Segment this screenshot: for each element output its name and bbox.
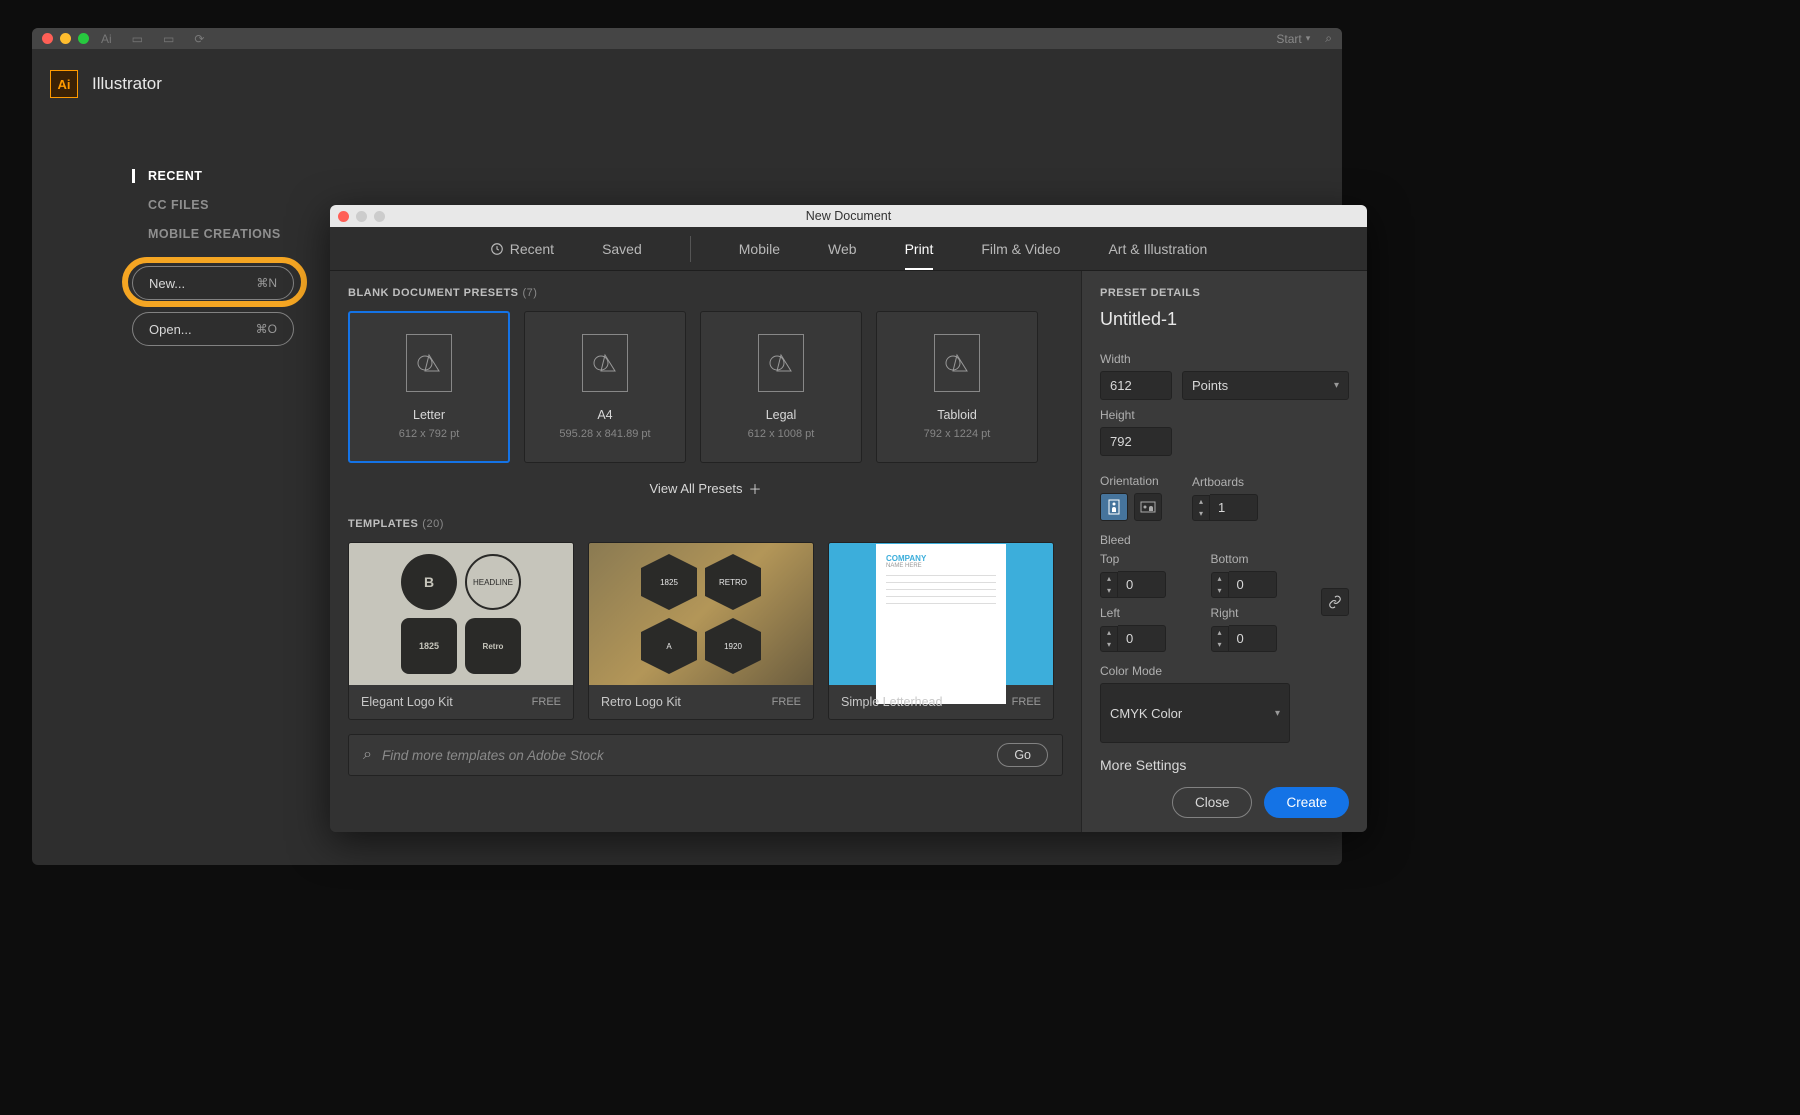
search-icon[interactable]: ⌕ [1325,31,1332,46]
artboards-stepper[interactable]: ▴▾ [1192,494,1258,521]
menubar-icon: ▭ [163,32,174,46]
app-logo: Ai [50,70,78,98]
preset-thumb-icon [582,334,628,392]
artboards-label: Artboards [1192,475,1258,489]
template-letterhead[interactable]: COMPANYNAME HERE Simple LetterheadFREE [828,542,1054,720]
orientation-label: Orientation [1100,474,1162,488]
preset-legal[interactable]: Legal 612 x 1008 pt [700,311,862,463]
colormode-select[interactable]: CMYK Color▾ [1100,683,1290,743]
search-icon: ⌕ [363,746,372,764]
preset-thumb-icon [758,334,804,392]
app-title: Illustrator [92,74,162,94]
template-retro-logo[interactable]: 1825RETRO A1920 Retro Logo KitFREE [588,542,814,720]
go-button[interactable]: Go [997,743,1048,767]
bleed-label: Bleed [1100,533,1349,547]
menubar-icon: Ai [101,32,112,46]
clock-icon [490,242,504,256]
bleed-left-input[interactable]: ▴▾ [1100,625,1197,652]
template-thumbnail: COMPANYNAME HERE [829,543,1053,685]
more-settings[interactable]: More Settings [1100,757,1349,773]
tab-saved[interactable]: Saved [602,229,642,269]
preset-thumb-icon [406,334,452,392]
presets-heading: BLANK DOCUMENT PRESETS(7) [348,287,1063,299]
search-placeholder: Find more templates on Adobe Stock [382,748,987,763]
sidebar-item-recent[interactable]: RECENT [132,169,1342,183]
dialog-title: New Document [330,209,1367,223]
tab-recent[interactable]: Recent [490,229,554,269]
tab-film-video[interactable]: Film & Video [981,229,1060,269]
tab-web[interactable]: Web [828,229,857,269]
preset-thumb-icon [934,334,980,392]
template-thumbnail: 1825RETRO A1920 [589,543,813,685]
link-bleed-icon[interactable] [1321,588,1349,616]
open-button[interactable]: Open... ⌘O [132,312,294,346]
preset-details-heading: PRESET DETAILS [1100,287,1349,299]
bleed-right-input[interactable]: ▴▾ [1211,625,1308,652]
orientation-landscape[interactable] [1134,493,1162,521]
height-input[interactable] [1100,427,1172,456]
preset-a4[interactable]: A4 595.28 x 841.89 pt [524,311,686,463]
template-elegant-logo[interactable]: BHEADLINE 1825Retro Elegant Logo KitFREE [348,542,574,720]
tab-art-illustration[interactable]: Art & Illustration [1108,229,1207,269]
chevron-down-icon: ▾ [1334,380,1339,391]
preset-tabloid[interactable]: Tabloid 792 x 1224 pt [876,311,1038,463]
preset-letter[interactable]: Letter 612 x 792 pt [348,311,510,463]
stock-search[interactable]: ⌕ Find more templates on Adobe Stock Go [348,734,1063,776]
plus-icon: ＋ [748,479,761,498]
window-controls[interactable] [42,33,89,44]
menubar-icon: ▭ [132,32,143,46]
chevron-down-icon: ▾ [1275,708,1280,719]
app-header: Ai Illustrator [32,49,1342,119]
bleed-right-label: Right [1211,606,1308,620]
document-name[interactable]: Untitled-1 [1100,309,1349,330]
bleed-bottom-label: Bottom [1211,552,1308,566]
menubar-icon: ⟳ [194,32,204,46]
shortcut-label: ⌘N [256,276,277,290]
create-button[interactable]: Create [1264,787,1349,818]
dialog-titlebar: New Document [330,205,1367,227]
new-document-dialog: New Document Recent Saved Mobile Web Pri… [330,205,1367,832]
menubar: Ai ▭ ▭ ⟳ Start ▾ ⌕ [32,28,1342,49]
tab-print[interactable]: Print [905,229,934,269]
new-button[interactable]: New... ⌘N [132,266,294,300]
bleed-bottom-input[interactable]: ▴▾ [1211,571,1308,598]
height-label: Height [1100,408,1349,422]
bleed-top-input[interactable]: ▴▾ [1100,571,1197,598]
width-input[interactable] [1100,371,1172,400]
template-thumbnail: BHEADLINE 1825Retro [349,543,573,685]
bleed-top-label: Top [1100,552,1197,566]
view-all-presets[interactable]: View All Presets＋ [348,479,1063,498]
templates-heading: TEMPLATES(20) [348,518,1063,530]
close-button[interactable]: Close [1172,787,1253,818]
category-tabs: Recent Saved Mobile Web Print Film & Vid… [330,227,1367,271]
bleed-left-label: Left [1100,606,1197,620]
units-select[interactable]: Points▾ [1182,371,1349,400]
width-label: Width [1100,352,1349,366]
shortcut-label: ⌘O [256,322,277,336]
start-dropdown[interactable]: Start ▾ [1276,32,1310,46]
orientation-portrait[interactable] [1100,493,1128,521]
colormode-label: Color Mode [1100,664,1349,678]
tab-mobile[interactable]: Mobile [739,229,780,269]
